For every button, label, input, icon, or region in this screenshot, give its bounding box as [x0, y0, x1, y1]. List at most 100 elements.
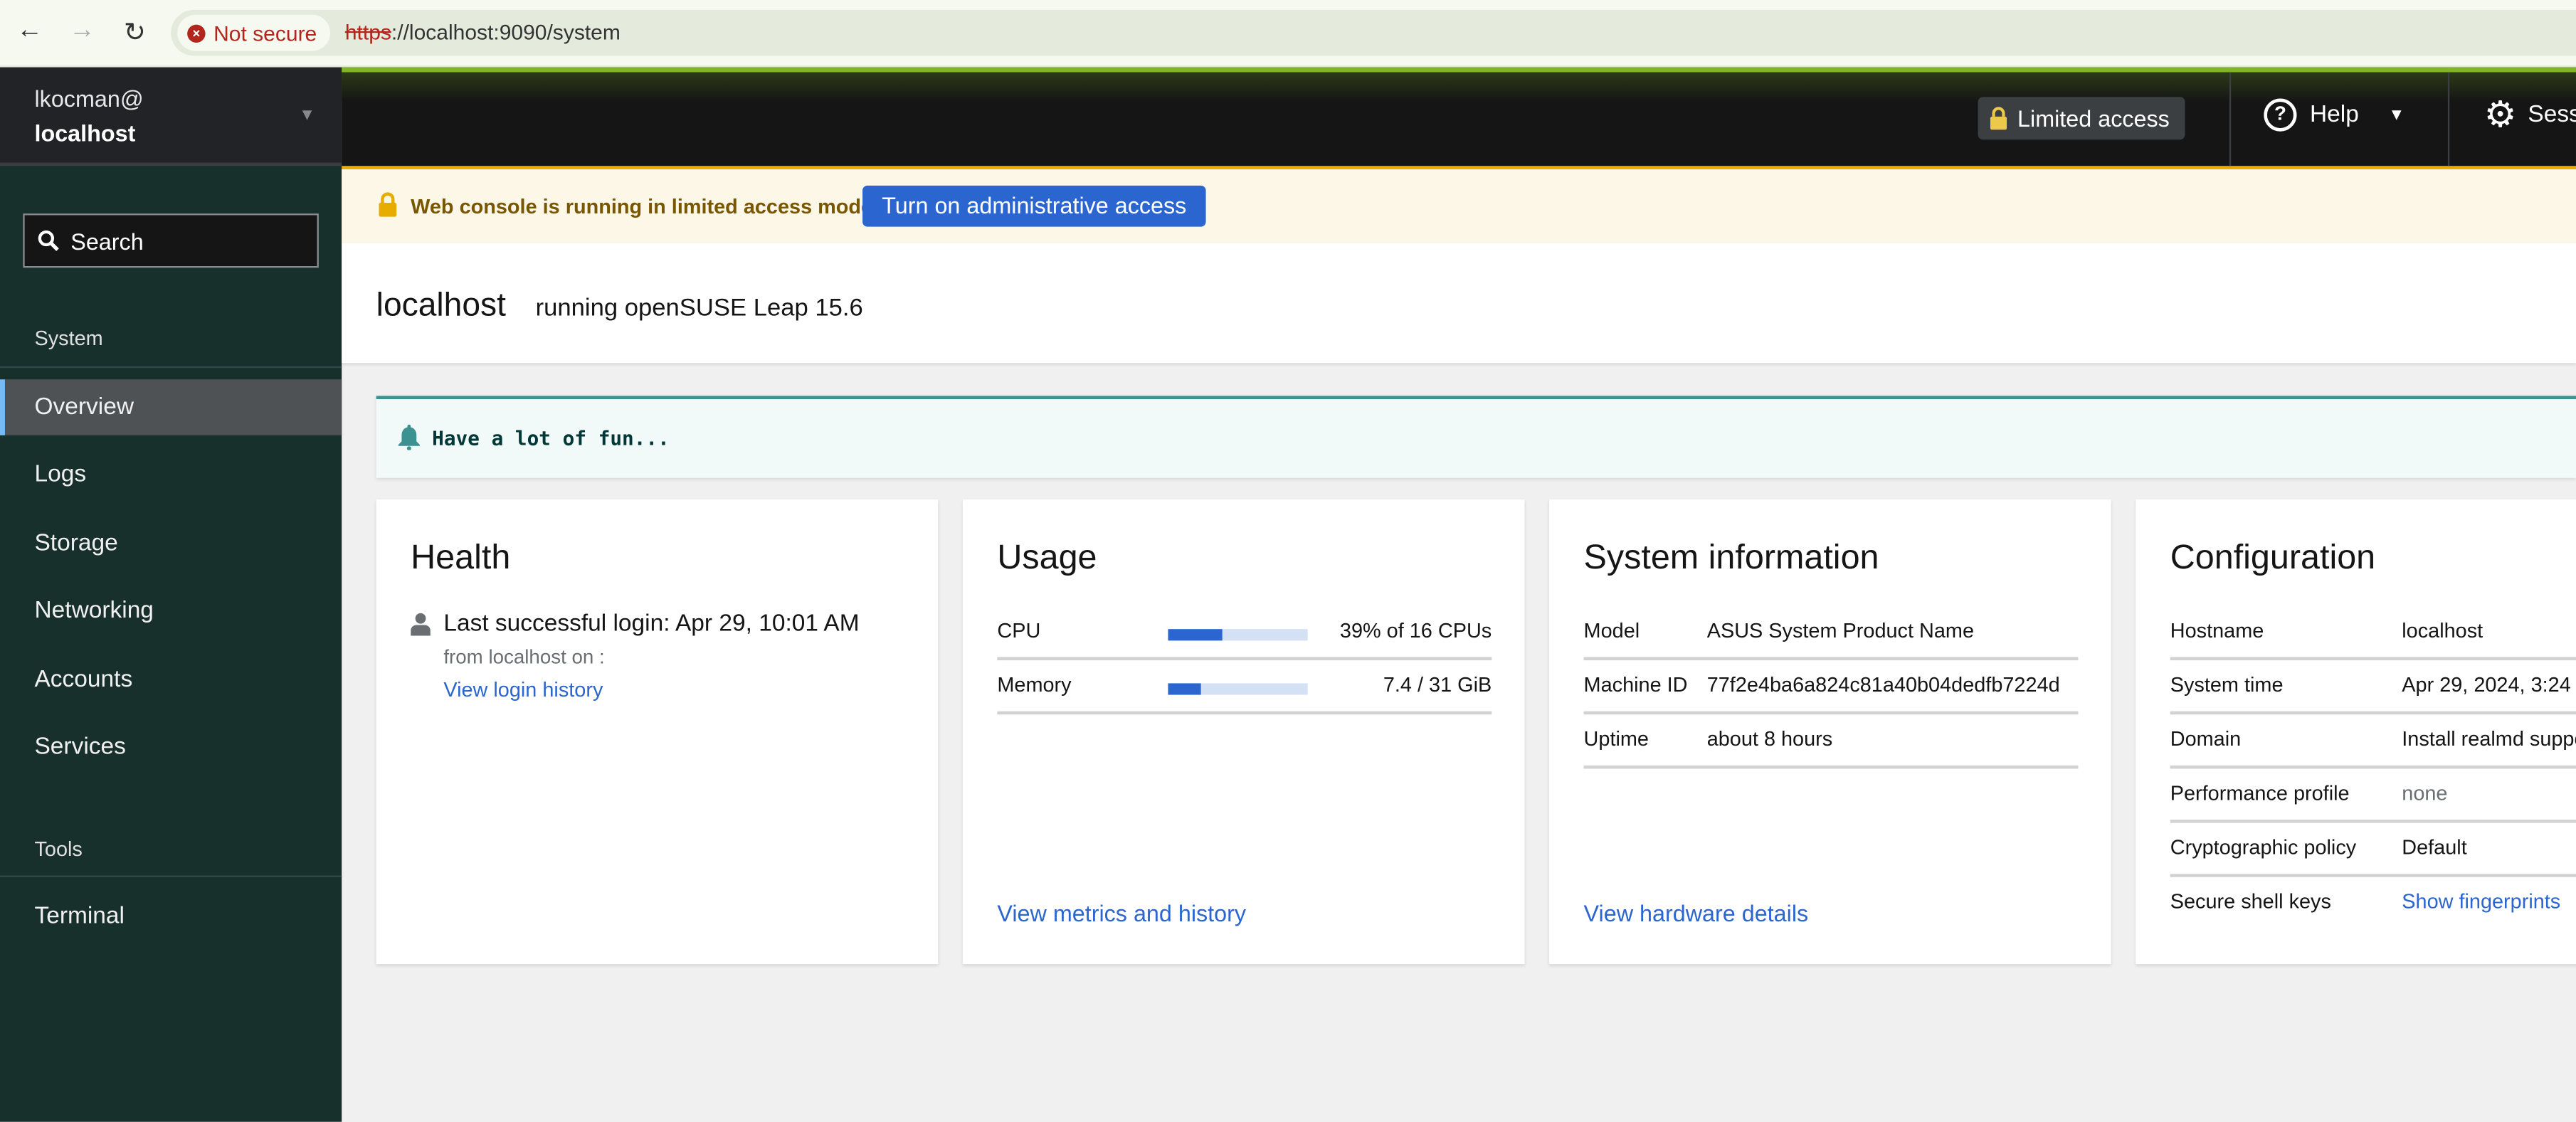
- config-value: Apr 29, 2024, 3:24 PM: [2402, 673, 2576, 697]
- gear-icon: ⚙: [2483, 93, 2517, 135]
- host-user: lkocman@: [34, 85, 144, 112]
- browser-toolbar: ← → ↻ × Not secure https://localhost:909…: [0, 0, 2576, 68]
- reload-icon[interactable]: ↻: [118, 16, 151, 49]
- page-title: localhost: [376, 287, 506, 324]
- usage-row-memory: Memory 7.4 / 31 GiB: [997, 660, 1492, 715]
- config-row-system-time: System time Apr 29, 2024, 3:24 PM: [2170, 660, 2576, 715]
- divider: [0, 366, 342, 369]
- health-card: Health Last successful login: Apr 29, 10…: [376, 499, 939, 965]
- forward-icon[interactable]: →: [65, 16, 98, 46]
- card-title: Usage: [997, 539, 1097, 577]
- info-row: Machine ID 77f2e4ba6a824c81a40b04dedfb722…: [1583, 660, 2079, 715]
- caret-down-icon: ▼: [2388, 105, 2405, 125]
- divider: [2447, 72, 2450, 166]
- config-row-hostname: Hostname localhost: [2170, 606, 2576, 661]
- usage-value: 39% of 16 CPUs: [1339, 619, 1492, 642]
- sidebar-item-terminal[interactable]: Terminal: [0, 889, 342, 944]
- sidebar-item-accounts[interactable]: Accounts: [0, 652, 342, 708]
- login-source: from localhost on :: [443, 645, 605, 669]
- alert-message: Web console is running in limited access…: [411, 195, 879, 219]
- info-value: about 8 hours: [1706, 727, 1833, 751]
- url-path: ://localhost:9090/system: [391, 19, 621, 45]
- url-text[interactable]: https://localhost:9090/system: [345, 20, 621, 45]
- config-row-performance-profile: Performance profile none: [2170, 768, 2576, 823]
- card-title: Health: [411, 539, 511, 577]
- bell-icon: [398, 424, 420, 450]
- system-information-card: System information Model ASUS System Prod…: [1549, 499, 2111, 965]
- info-row: Model ASUS System Product Name: [1583, 606, 2079, 661]
- info-value: 77f2e4ba6a824c81a40b04dedfb7224d: [1706, 673, 2060, 697]
- search-input[interactable]: Search: [23, 213, 319, 268]
- config-label: Secure shell keys: [2170, 890, 2331, 914]
- usage-label: Memory: [997, 673, 1072, 697]
- progress-fill: [1168, 683, 1202, 695]
- config-value[interactable]: Default: [2402, 836, 2466, 859]
- help-menu[interactable]: ? Help ▼: [2264, 98, 2405, 132]
- session-label: Session: [2528, 102, 2576, 129]
- config-value: localhost: [2402, 619, 2483, 642]
- memory-progress-bar: [1168, 683, 1308, 695]
- help-icon: ?: [2264, 98, 2297, 132]
- search-icon: [38, 230, 59, 251]
- last-login: Last successful login: Apr 29, 10:01 AM: [443, 610, 860, 637]
- back-icon[interactable]: ←: [13, 16, 46, 46]
- lock-icon: [1990, 107, 2007, 130]
- limited-access-button[interactable]: Limited access: [1978, 97, 2185, 140]
- lock-icon: [379, 192, 397, 217]
- sidebar: lkocman@ localhost ▼ Search System Overv…: [0, 67, 342, 1122]
- config-label: Performance profile: [2170, 781, 2350, 805]
- config-label: Cryptographic policy: [2170, 836, 2357, 859]
- info-label: Uptime: [1583, 727, 1649, 751]
- config-label: System time: [2170, 673, 2284, 697]
- config-label: Hostname: [2170, 619, 2264, 642]
- divider: [0, 875, 342, 877]
- turn-on-admin-button[interactable]: Turn on administrative access: [862, 185, 1206, 227]
- config-value[interactable]: none: [2402, 782, 2447, 805]
- motd-banner: Have a lot of fun...: [376, 396, 2576, 478]
- view-hardware-details-link[interactable]: View hardware details: [1584, 900, 1809, 926]
- info-label: Model: [1583, 619, 1640, 642]
- url-scheme: https: [344, 19, 391, 45]
- caret-down-icon: ▼: [299, 107, 316, 125]
- cpu-progress-bar: [1168, 629, 1308, 641]
- progress-fill: [1168, 629, 1223, 641]
- address-bar[interactable]: × Not secure https://localhost:9090/syst…: [171, 9, 2576, 56]
- user-icon: [411, 613, 431, 636]
- config-label: Domain: [2170, 727, 2242, 751]
- sidebar-item-networking[interactable]: Networking: [0, 583, 342, 639]
- card-title: Configuration: [2170, 539, 2376, 577]
- limited-access-alert: Web console is running in limited access…: [342, 169, 2576, 243]
- not-secure-chip[interactable]: × Not secure: [177, 14, 330, 51]
- sidebar-item-logs[interactable]: Logs: [0, 447, 342, 502]
- card-title: System information: [1583, 539, 1879, 577]
- sidebar-item-storage[interactable]: Storage: [0, 516, 342, 571]
- usage-value: 7.4 / 31 GiB: [1383, 673, 1492, 697]
- info-label: Machine ID: [1583, 673, 1688, 697]
- usage-row-cpu: CPU 39% of 16 CPUs: [997, 606, 1492, 661]
- divider: [2229, 72, 2232, 166]
- error-icon: ×: [187, 23, 206, 42]
- motd-text: Have a lot of fun...: [432, 427, 670, 450]
- info-value: ASUS System Product Name: [1706, 619, 1975, 642]
- masthead: Limited access ? Help ▼ ⚙ Session: [342, 67, 2576, 169]
- os-subtitle: running openSUSE Leap 15.6: [535, 294, 863, 322]
- page-header: localhost running openSUSE Leap 15.6: [342, 243, 2576, 364]
- session-menu[interactable]: ⚙ Session: [2483, 93, 2576, 135]
- view-metrics-link[interactable]: View metrics and history: [997, 900, 1246, 926]
- config-row-domain: Domain Install realmd support: [2170, 714, 2576, 769]
- usage-card: Usage CPU 39% of 16 CPUs Memory 7.4 / 31…: [962, 499, 1525, 965]
- host-name: localhost: [34, 120, 136, 147]
- host-switcher[interactable]: lkocman@ localhost ▼: [0, 67, 342, 166]
- show-fingerprints-link[interactable]: Show fingerprints: [2402, 890, 2560, 913]
- limited-access-label: Limited access: [2017, 105, 2170, 132]
- configuration-card: Configuration Hostname localhost System t…: [2136, 499, 2576, 965]
- usage-label: CPU: [997, 619, 1041, 642]
- sidebar-item-services[interactable]: Services: [0, 719, 342, 775]
- not-secure-label: Not secure: [213, 20, 317, 46]
- config-value[interactable]: Install realmd support: [2402, 728, 2576, 751]
- masthead-gradient: [342, 72, 2576, 102]
- section-system: System: [34, 327, 103, 350]
- sidebar-item-overview[interactable]: Overview: [0, 379, 342, 435]
- view-login-history-link[interactable]: View login history: [443, 678, 603, 701]
- config-row-ssh-keys: Secure shell keys Show fingerprints: [2170, 877, 2576, 931]
